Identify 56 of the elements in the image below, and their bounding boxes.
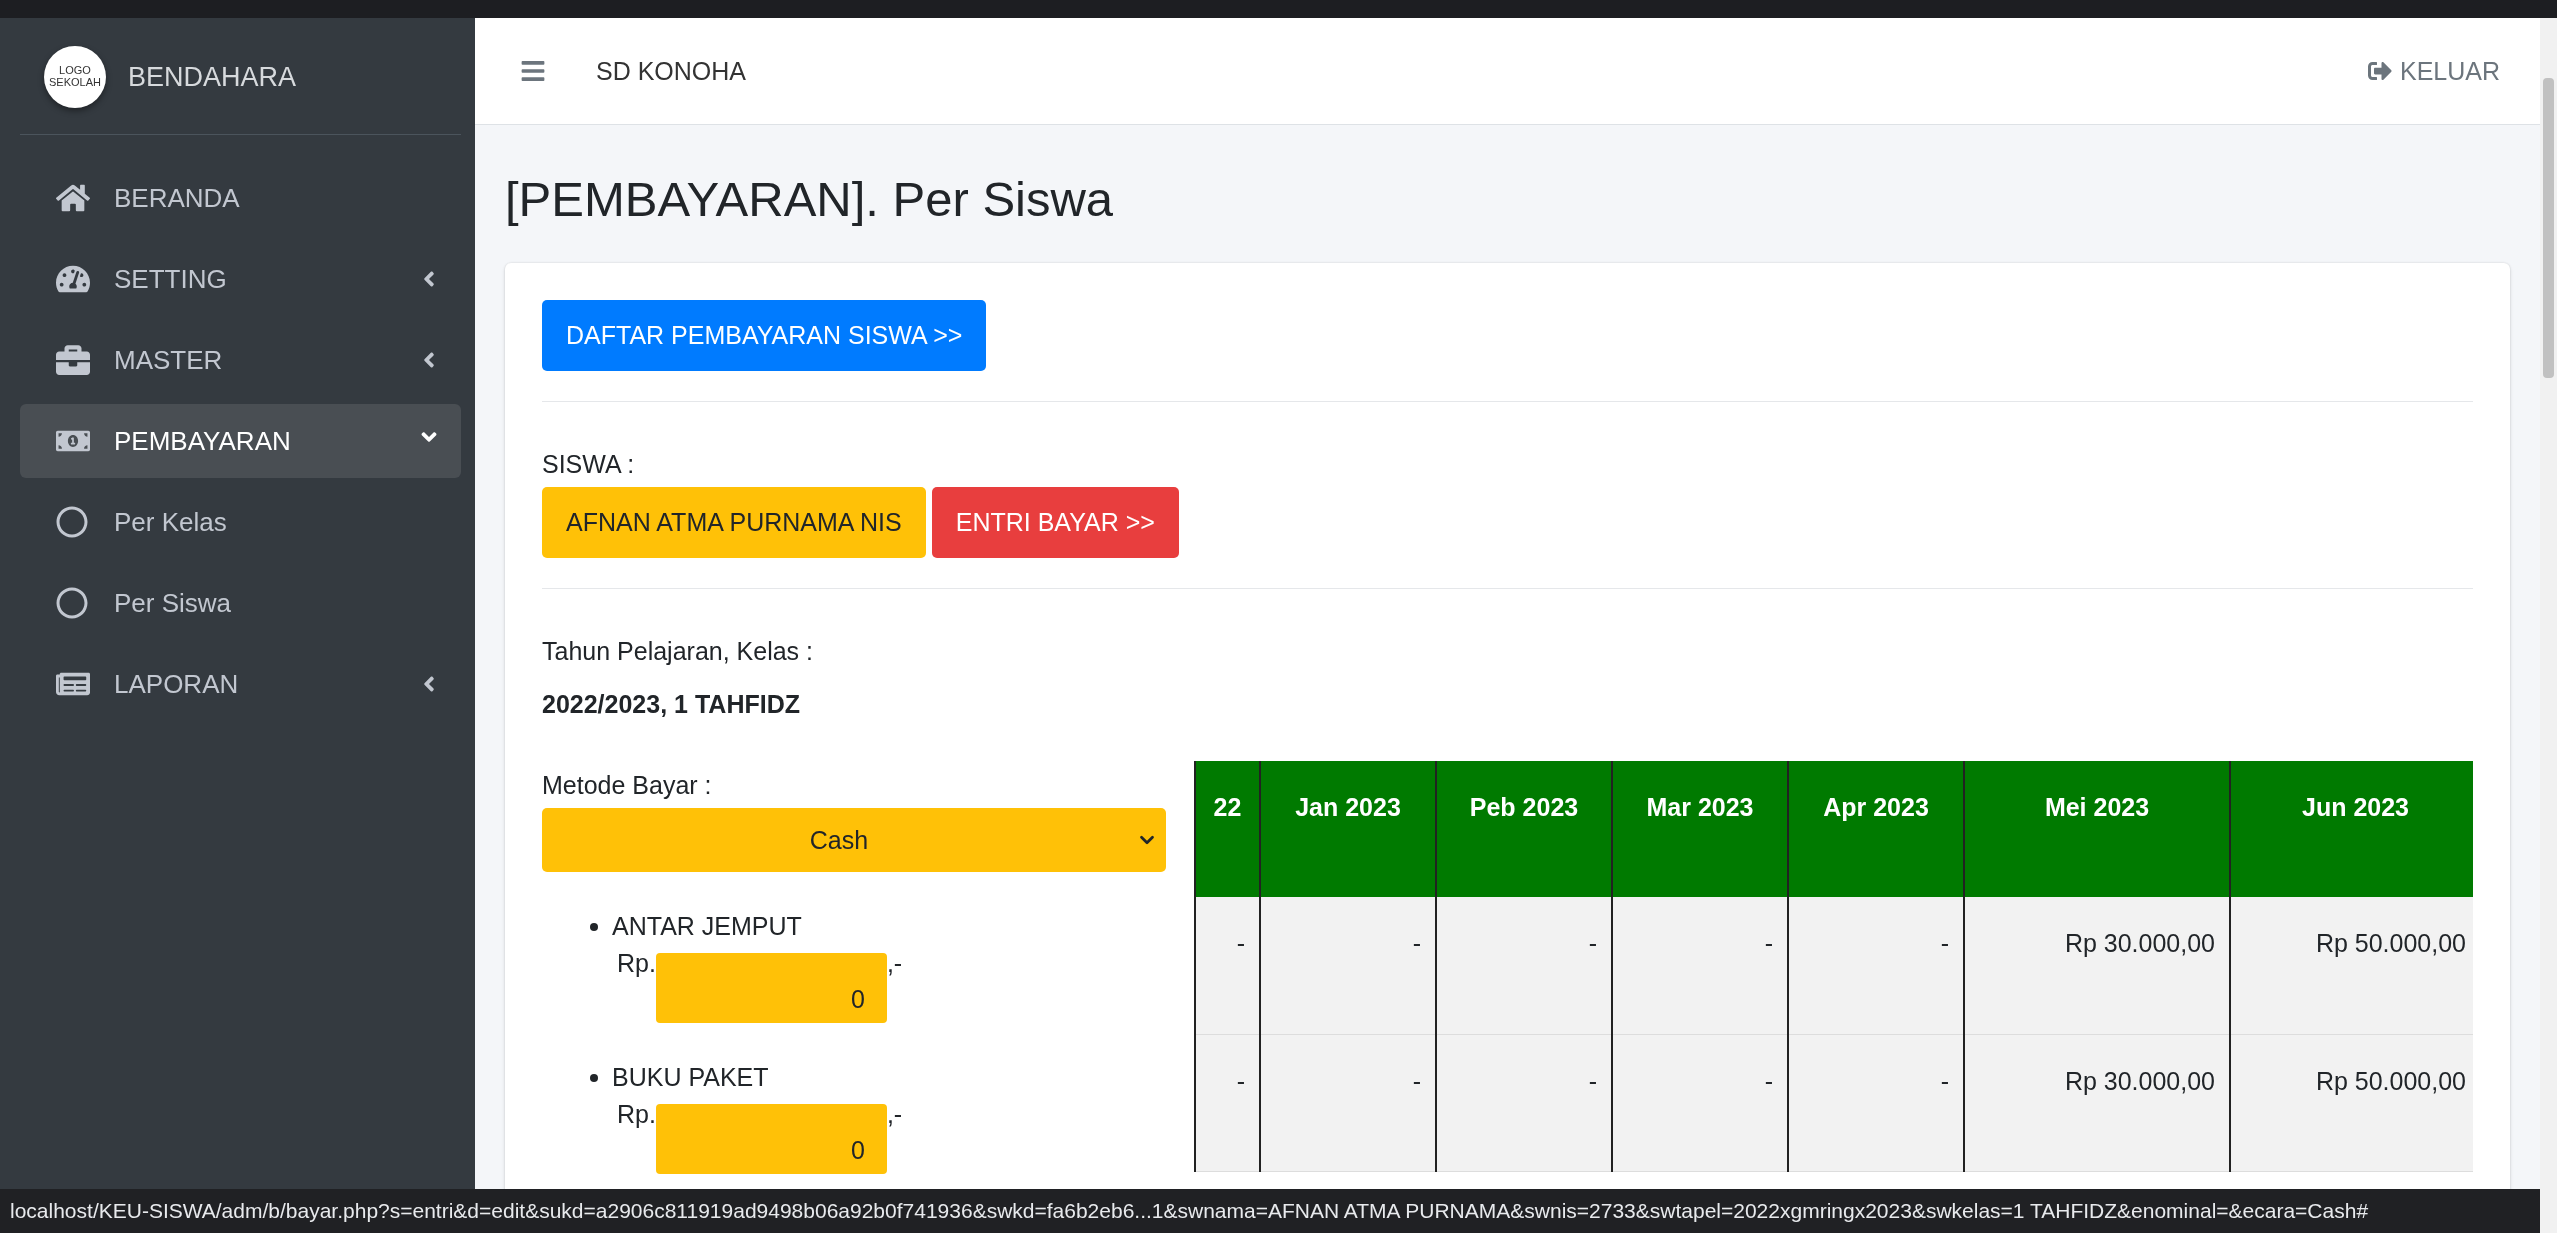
sidebar-subitem[interactable]: Per Siswa (20, 566, 461, 640)
school-name: SD KONOHA (596, 56, 748, 86)
page-title: [PEMBAYARAN]. Per Siswa (504, 171, 1115, 228)
brand-title: BENDAHARA (128, 61, 297, 93)
table-cell: Rp 50.000,00 (2230, 1034, 2473, 1171)
sidebar-item[interactable]: SETTING (20, 242, 461, 316)
bullet-icon (590, 922, 598, 931)
sidebar-item[interactable]: MASTER (20, 323, 461, 397)
table-cell: - (1788, 1034, 1964, 1171)
table-cell: Rp 30.000,00 (1964, 1034, 2230, 1171)
list-button[interactable]: DAFTAR PEMBAYARAN SISWA >> (542, 300, 987, 371)
school-logo: LOGO SEKOLAH (44, 46, 106, 108)
entry-button[interactable]: ENTRI BAYAR >> (931, 487, 1179, 558)
suffix-label: ,- (886, 1100, 903, 1129)
method-select[interactable]: Cash (542, 808, 1166, 872)
table-cell: Rp 50.000,00 (2230, 897, 2473, 1034)
sidebar-item[interactable]: LAPORAN (20, 647, 461, 721)
table-cell: - (1612, 1034, 1788, 1171)
logout-link[interactable]: KELUAR (2367, 56, 2500, 86)
sidebar-subitem[interactable]: Per Kelas (20, 485, 461, 559)
payment-name: ANTAR JEMPUT (612, 912, 802, 941)
table-cell: - (1260, 897, 1436, 1034)
table-cell: - (1436, 1034, 1612, 1171)
table-cell: - (1788, 897, 1964, 1034)
student-label: SISWA : (542, 450, 636, 479)
table-cell: - (1195, 1034, 1260, 1171)
bullet-icon (590, 1073, 598, 1082)
scrollbar[interactable] (2540, 18, 2557, 1233)
column-header: 22 (1195, 761, 1260, 897)
logout-icon (2367, 59, 2392, 83)
table-cell: - (1260, 1034, 1436, 1171)
amount-field[interactable]: 0 (655, 1104, 887, 1174)
column-header: Mar 2023 (1612, 761, 1788, 897)
method-label: Metode Bayar : (542, 771, 713, 800)
sidebar-item[interactable]: BERANDA (20, 161, 461, 235)
menu-icon[interactable] (520, 58, 546, 84)
status-url: localhost/KEU-SISWA/adm/b/bayar.php?s=entri&d=edit&sukd=a2906c811919ad9498b06a92b0f741936&swkd=fa6b2eb6...1&swnama=AFNAN ATMA PURNAMA&swnis=2733&swtapel=2022xgmringx2023&swkelas=1 TAHFIDZ&enominal=&ecara=Cash# (0, 1189, 2540, 1233)
currency-label: Rp. (617, 1100, 656, 1129)
table-cell: - (1612, 897, 1788, 1034)
column-header: Jun 2023 (2230, 761, 2473, 897)
currency-label: Rp. (617, 949, 656, 978)
column-header: Mei 2023 (1964, 761, 2230, 897)
amount-field[interactable]: 0 (655, 953, 887, 1023)
payment-name: BUKU PAKET (612, 1063, 769, 1092)
table-cell: - (1436, 897, 1612, 1034)
column-header: Jan 2023 (1260, 761, 1436, 897)
column-header: Peb 2023 (1436, 761, 1612, 897)
column-header: Apr 2023 (1788, 761, 1964, 897)
scrollbar-thumb[interactable] (2543, 78, 2554, 378)
sidebar-item[interactable]: PEMBAYARAN (20, 404, 461, 478)
table-cell: Rp 30.000,00 (1964, 897, 2230, 1034)
suffix-label: ,- (886, 949, 903, 978)
student-button[interactable]: AFNAN ATMA PURNAMA NIS (542, 487, 926, 558)
year-class-value: 2022/2023, 1 TAHFIDZ (542, 690, 801, 719)
table-cell: - (1195, 897, 1260, 1034)
year-class-label: Tahun Pelajaran, Kelas : (542, 637, 814, 666)
